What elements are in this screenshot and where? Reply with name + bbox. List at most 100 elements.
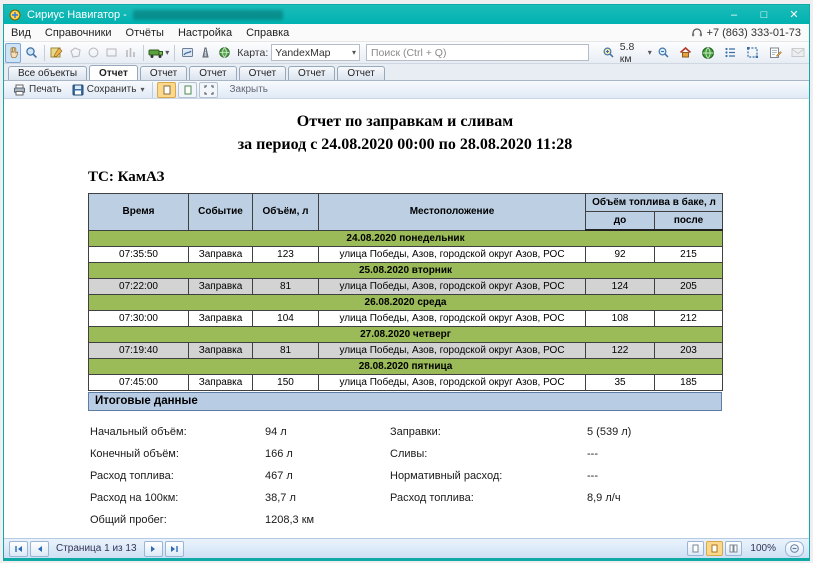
summary-value: 1208,3 км	[265, 509, 390, 531]
notes-edit-icon[interactable]	[765, 43, 785, 63]
col-header-time: Время	[89, 194, 189, 231]
summary-label: Начальный объём:	[90, 421, 265, 443]
first-page-button[interactable]	[9, 541, 28, 557]
table-cell: 205	[655, 279, 723, 295]
table-cell: улица Победы, Азов, городской округ Азов…	[319, 343, 586, 359]
last-page-button[interactable]	[165, 541, 184, 557]
zoom-out-button[interactable]	[785, 541, 804, 557]
zoom-level: 100%	[750, 543, 776, 554]
chevron-down-icon: ▾	[352, 48, 356, 57]
save-label: Сохранить	[87, 84, 137, 95]
menu-bar: ВидСправочникиОтчётыНастройкаСправка +7 …	[4, 24, 809, 42]
print-button[interactable]: Печать	[8, 83, 67, 97]
tab-5[interactable]: Отчет	[288, 66, 335, 80]
tab-1[interactable]: Отчет	[89, 65, 138, 80]
tab-0[interactable]: Все объекты	[8, 66, 87, 80]
window-title: Сириус Навигатор -	[27, 9, 127, 21]
table-cell: Заправка	[189, 247, 253, 263]
menu-item-4[interactable]: Справка	[239, 26, 296, 40]
date-band: 25.08.2020 вторник	[89, 263, 723, 279]
summary-value: ---	[587, 465, 722, 487]
zoom-width-mode-button[interactable]	[706, 541, 723, 556]
tab-6[interactable]: Отчет	[337, 66, 384, 80]
map-select[interactable]: YandexMap ▾	[271, 44, 360, 61]
route-icon[interactable]	[179, 43, 195, 63]
summary-header: Итоговые данные	[88, 392, 722, 411]
summary-label: Расход топлива:	[90, 465, 265, 487]
view-continuous-button[interactable]	[178, 82, 197, 98]
summary-label: Расход топлива:	[390, 487, 587, 509]
geo-stat-icon[interactable]	[216, 43, 232, 63]
next-page-button[interactable]	[144, 541, 163, 557]
summary-label	[390, 509, 587, 531]
save-button[interactable]: Сохранить ▾	[67, 83, 150, 97]
circle-icon[interactable]	[85, 43, 101, 63]
date-band: 24.08.2020 понедельник	[89, 230, 723, 247]
report-title: Отчет по заправкам и сливам	[88, 113, 722, 131]
menu-item-0[interactable]: Вид	[4, 26, 38, 40]
scale-value[interactable]: 5.8 км	[620, 41, 647, 65]
report-toolbar: Печать Сохранить ▾ Закрыть	[4, 81, 809, 99]
table-cell: 150	[253, 375, 319, 391]
zoom-multi-mode-button[interactable]	[725, 541, 742, 556]
printer-icon	[13, 84, 26, 96]
map-label: Карта:	[237, 47, 268, 59]
close-report-button[interactable]: Закрыть	[229, 84, 268, 95]
polygon-icon[interactable]	[67, 43, 83, 63]
table-cell: 07:35:50	[89, 247, 189, 263]
mail-icon[interactable]	[787, 43, 807, 63]
table-row: 07:45:00Заправка150улица Победы, Азов, г…	[89, 375, 723, 391]
tab-3[interactable]: Отчет	[189, 66, 236, 80]
save-icon	[72, 84, 84, 96]
minimize-button[interactable]: –	[719, 5, 749, 24]
support-phone: +7 (863) 333-01-73	[691, 27, 809, 39]
map-select-value: YandexMap	[275, 47, 330, 59]
rectangle-icon[interactable]	[104, 43, 120, 63]
vehicle-icon[interactable]: ▾	[147, 43, 170, 63]
table-cell: улица Победы, Азов, городской округ Азов…	[319, 279, 586, 295]
road-icon[interactable]	[197, 43, 213, 63]
zoom-in-icon[interactable]	[598, 43, 618, 63]
search-input[interactable]	[366, 44, 589, 61]
table-cell: 35	[586, 375, 655, 391]
view-fit-button[interactable]	[199, 82, 218, 98]
chevron-down-icon: ▾	[648, 48, 652, 57]
columns-icon[interactable]	[122, 43, 138, 63]
date-band-row: 28.08.2020 пятница	[89, 359, 723, 375]
menu-item-2[interactable]: Отчёты	[119, 26, 171, 40]
page-indicator: Страница 1 из 13	[56, 543, 137, 554]
main-toolbar: ▾ Карта: YandexMap ▾ 5.8 км ▾	[4, 42, 809, 64]
date-band: 28.08.2020 пятница	[89, 359, 723, 375]
legend-list-icon[interactable]	[720, 43, 740, 63]
summary-label: Общий пробег:	[90, 509, 265, 531]
summary-label: Заправки:	[390, 421, 587, 443]
globe-icon[interactable]	[698, 43, 718, 63]
zoom-select-icon[interactable]	[23, 43, 39, 63]
summary-value: 166 л	[265, 443, 390, 465]
table-cell: 07:30:00	[89, 311, 189, 327]
home-icon[interactable]	[675, 43, 695, 63]
table-cell: улица Победы, Азов, городской округ Азов…	[319, 375, 586, 391]
col-header-location: Местоположение	[319, 194, 586, 231]
pan-hand-icon[interactable]	[5, 43, 21, 63]
table-cell: 108	[586, 311, 655, 327]
menu-item-3[interactable]: Настройка	[171, 26, 239, 40]
table-cell: 124	[586, 279, 655, 295]
selection-frame-icon[interactable]	[743, 43, 763, 63]
tab-2[interactable]: Отчет	[140, 66, 187, 80]
zoom-out-icon[interactable]	[653, 43, 673, 63]
edit-map-icon[interactable]	[49, 43, 65, 63]
summary-data: Начальный объём:94 лЗаправки:5 (539 л)Ко…	[90, 421, 722, 531]
redacted-company-name	[133, 10, 283, 20]
close-button[interactable]: ✕	[779, 5, 809, 24]
maximize-button[interactable]: □	[749, 5, 779, 24]
tab-4[interactable]: Отчет	[239, 66, 286, 80]
summary-label: Расход на 100км:	[90, 487, 265, 509]
view-single-page-button[interactable]	[157, 82, 176, 98]
report-page: Отчет по заправкам и сливам за период с …	[4, 99, 809, 538]
zoom-page-mode-button[interactable]	[687, 541, 704, 556]
table-cell: улица Победы, Азов, городской округ Азов…	[319, 311, 586, 327]
prev-page-button[interactable]	[30, 541, 49, 557]
date-band-row: 27.08.2020 четверг	[89, 327, 723, 343]
menu-item-1[interactable]: Справочники	[38, 26, 119, 40]
